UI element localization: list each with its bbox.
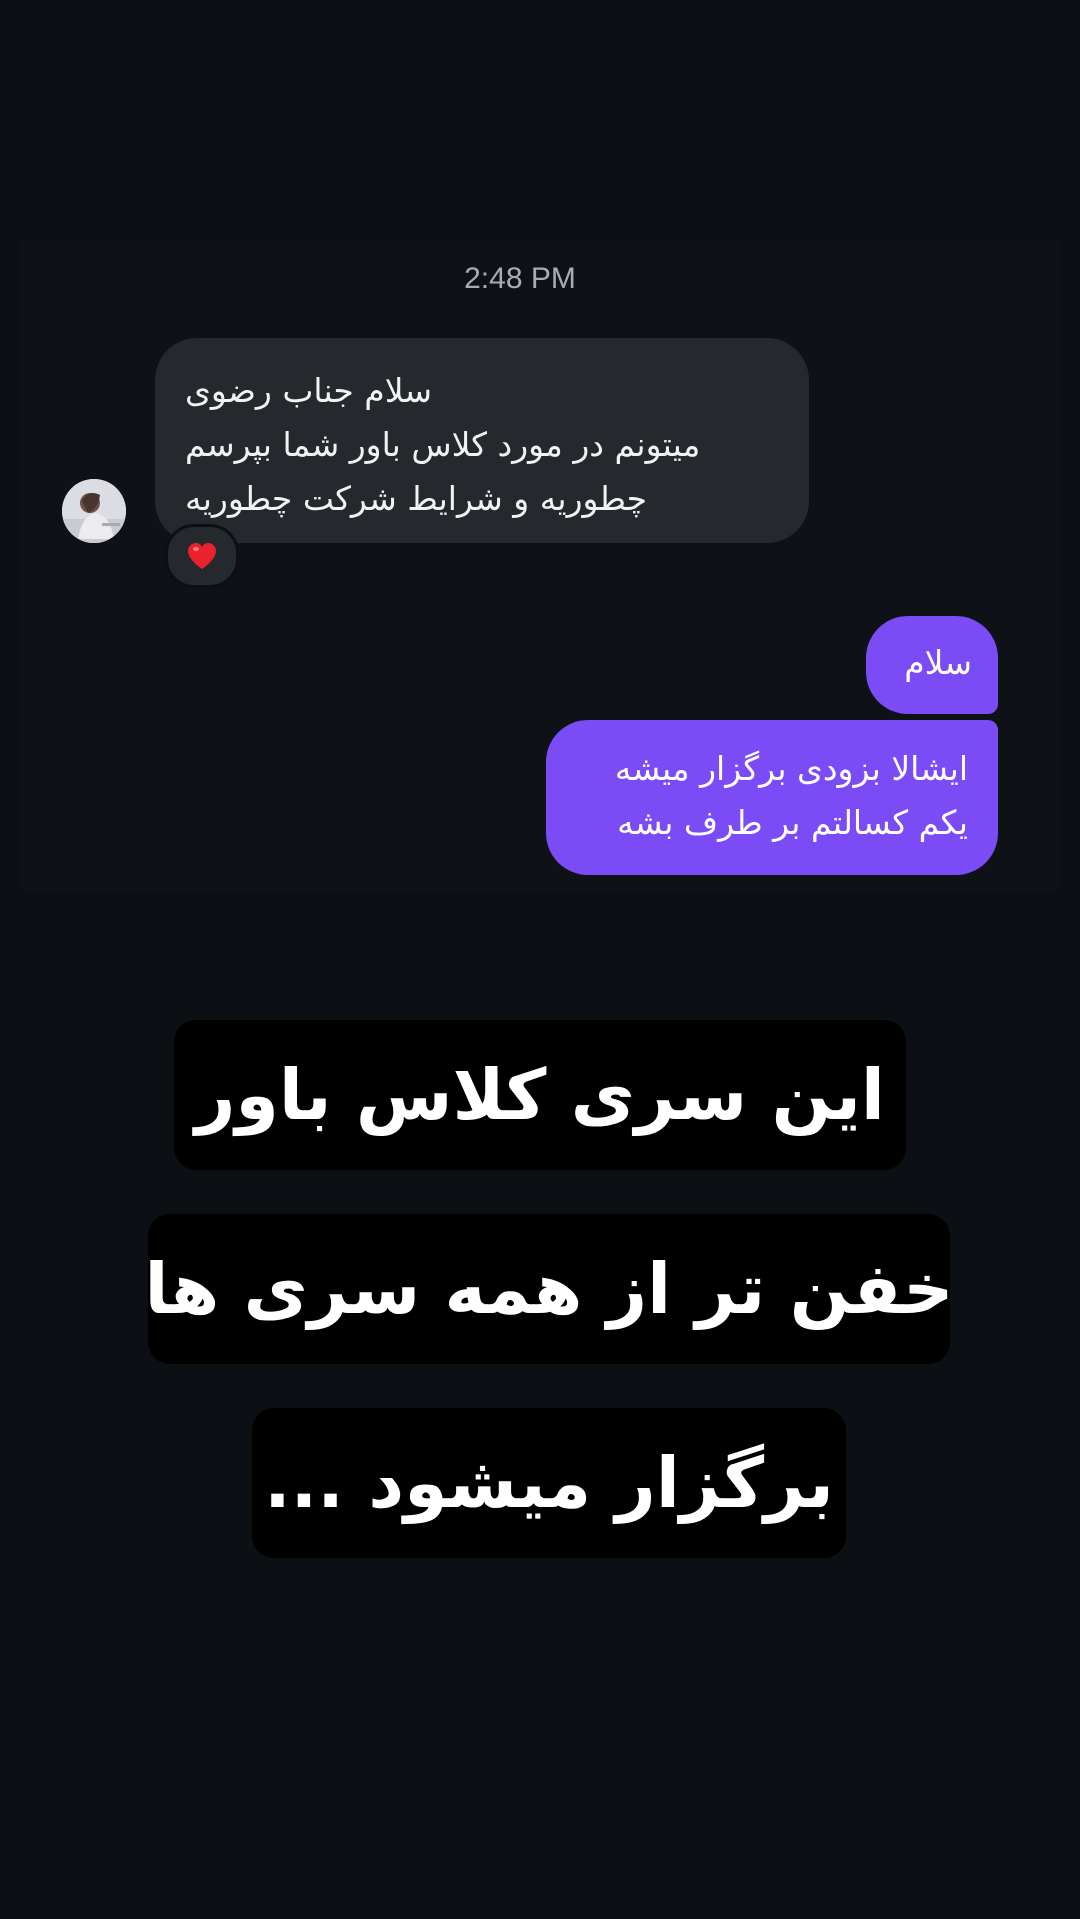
outgoing-message-text: سلام (904, 643, 972, 682)
story-caption-line: این سری کلاس باور (174, 1020, 906, 1170)
incoming-message-line: سلام جناب رضوی (185, 364, 769, 418)
story-caption-line: خفن تر از همه سری ها (144, 1214, 954, 1364)
incoming-message-line: چطوریه و شرایط شرکت چطوریه (185, 472, 769, 526)
heart-reaction[interactable] (165, 524, 239, 588)
avatar[interactable] (62, 479, 126, 543)
outgoing-message-text: یکم کسالتم بر طرف بشه (617, 803, 968, 842)
incoming-message-text: سلام جناب رضوی (185, 371, 433, 410)
message-timestamp: 2:48 PM (464, 262, 576, 295)
heart-icon (188, 543, 216, 569)
story-caption-text: خفن تر از همه سری ها (144, 1248, 954, 1330)
incoming-message-bubble[interactable]: سلام جناب رضوی میتونم در مورد کلاس باور … (155, 338, 809, 543)
avatar-photo-icon (62, 479, 126, 543)
story-caption-text: برگزار میشود ... (264, 1442, 834, 1524)
story-caption-text: این سری کلاس باور (195, 1054, 885, 1136)
story-caption-line: برگزار میشود ... (252, 1408, 846, 1558)
outgoing-message-bubble[interactable]: سلام (866, 616, 998, 714)
incoming-message-text: چطوریه و شرایط شرکت چطوریه (185, 479, 648, 518)
incoming-message-text: میتونم در مورد کلاس باور شما بپرسم (185, 425, 701, 464)
outgoing-message-bubble[interactable]: ایشالا بزودی برگزار میشه یکم کسالتم بر ط… (546, 720, 998, 875)
outgoing-message-text: ایشالا بزودی برگزار میشه (614, 749, 968, 788)
incoming-message-line: میتونم در مورد کلاس باور شما بپرسم (185, 418, 769, 472)
